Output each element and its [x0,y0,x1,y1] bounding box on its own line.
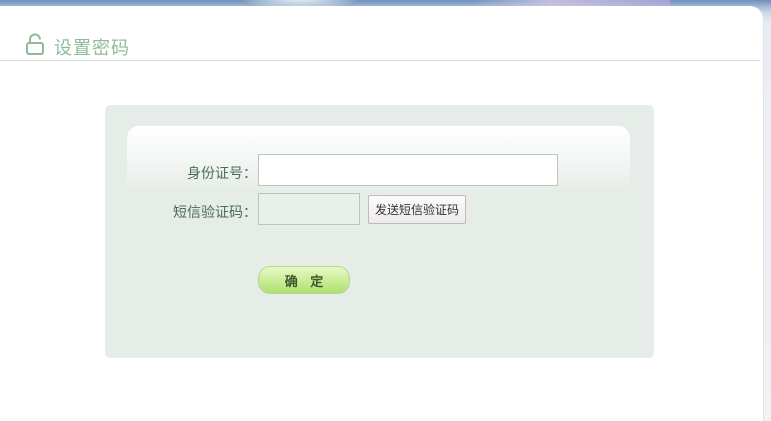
form-container: 身份证号： 短信验证码： 发送短信验证码 确 定 [105,105,654,358]
confirm-button[interactable]: 确 定 [258,266,350,294]
page-header: 设置密码 [0,6,760,61]
page-title: 设置密码 [54,38,130,59]
id-number-input[interactable] [258,154,558,186]
id-number-label: 身份证号： [187,166,257,182]
sms-code-label: 短信验证码： [173,205,257,221]
send-sms-code-button[interactable]: 发送短信验证码 [368,195,466,224]
sms-code-input[interactable] [258,193,360,225]
main-panel: 设置密码 身份证号： 短信验证码： 发送短信验证码 确 定 [0,6,764,421]
unlock-icon [25,33,45,55]
